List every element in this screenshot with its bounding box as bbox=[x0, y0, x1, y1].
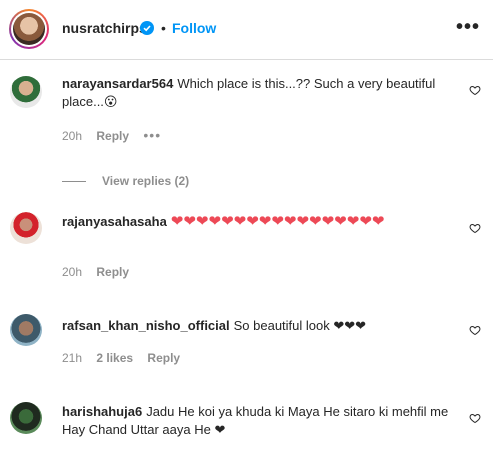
like-heart-icon[interactable] bbox=[469, 324, 481, 336]
comment-time: 20h bbox=[62, 265, 83, 279]
commenter-avatar[interactable] bbox=[10, 402, 42, 434]
comment-options-button[interactable]: ••• bbox=[143, 127, 161, 143]
like-heart-icon[interactable] bbox=[469, 84, 481, 96]
comment-meta: 21h 2 likes Reply bbox=[62, 351, 191, 365]
comment-username[interactable]: rajanyasahasaha bbox=[62, 214, 167, 229]
comment-text: So beautiful look ❤❤❤ bbox=[233, 318, 367, 333]
divider-line bbox=[62, 181, 86, 183]
comment-text: ❤❤❤❤❤❤❤❤❤❤❤❤❤❤❤❤❤ bbox=[170, 213, 385, 230]
view-replies-button[interactable]: View replies (2) bbox=[62, 174, 189, 188]
likes-count[interactable]: 2 likes bbox=[96, 351, 133, 365]
reply-button[interactable]: Reply bbox=[147, 351, 180, 365]
reply-button[interactable]: Reply bbox=[96, 129, 129, 143]
comment-time: 21h bbox=[62, 351, 83, 365]
more-options-icon[interactable]: ••• bbox=[456, 16, 480, 39]
comment-meta: 20h Reply ••• bbox=[62, 127, 172, 143]
follow-button[interactable]: Follow bbox=[172, 20, 216, 36]
author-username[interactable]: nusratchirps bbox=[62, 20, 147, 36]
author-avatar[interactable] bbox=[9, 9, 49, 49]
commenter-avatar[interactable] bbox=[10, 76, 42, 108]
comment-username[interactable]: narayansardar564 bbox=[62, 76, 173, 91]
commenter-avatar[interactable] bbox=[10, 314, 42, 346]
comment-username[interactable]: rafsan_khan_nisho_official bbox=[62, 318, 230, 333]
like-heart-icon[interactable] bbox=[469, 222, 481, 234]
separator-dot: • bbox=[161, 20, 166, 36]
comment-meta: 20h Reply bbox=[62, 265, 140, 279]
post-header: nusratchirps • Follow ••• bbox=[0, 0, 493, 60]
comment-time: 20h bbox=[62, 129, 83, 143]
verified-badge-icon bbox=[140, 21, 154, 35]
comment-username[interactable]: harishahuja6 bbox=[62, 404, 142, 419]
commenter-avatar[interactable] bbox=[10, 212, 42, 244]
reply-button[interactable]: Reply bbox=[96, 265, 129, 279]
like-heart-icon[interactable] bbox=[469, 412, 481, 424]
